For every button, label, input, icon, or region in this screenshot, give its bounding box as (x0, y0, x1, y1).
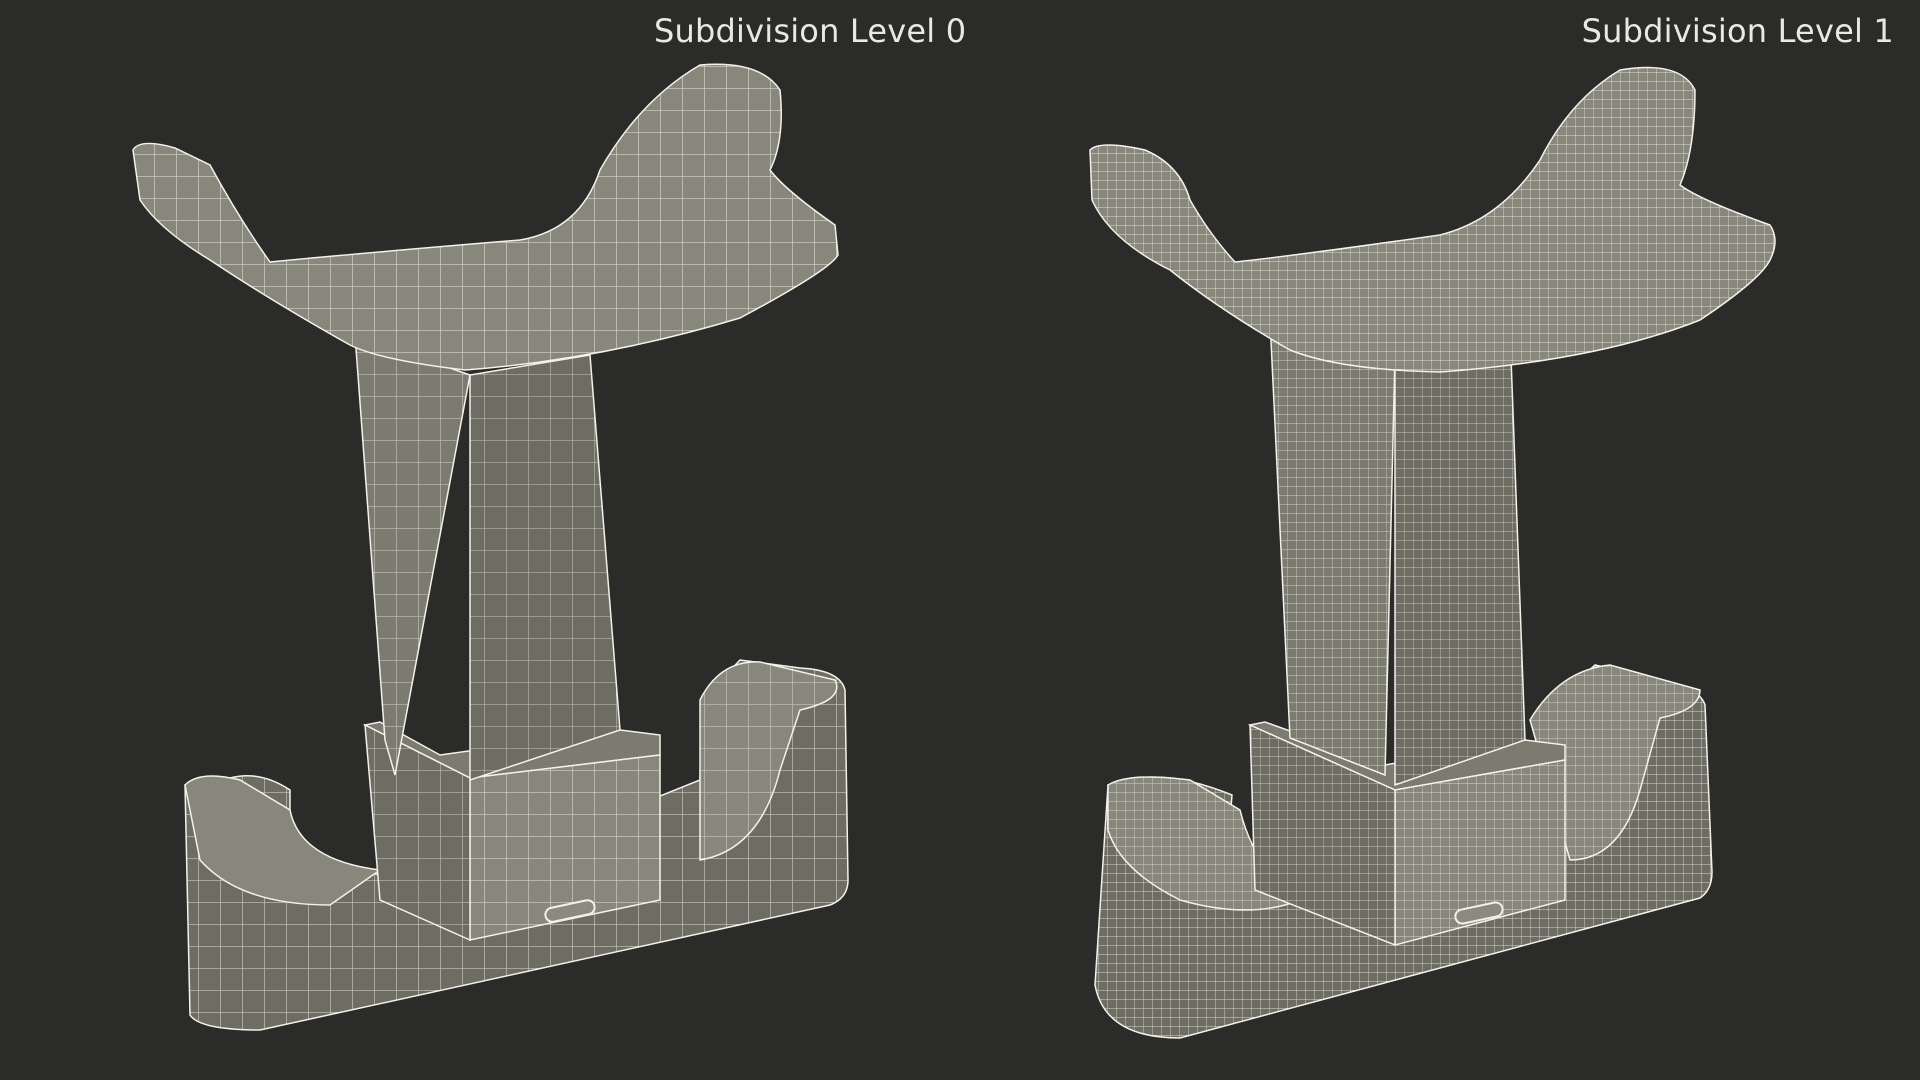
viewport (132, 63, 1776, 1039)
headset-stand-level-0 (132, 63, 849, 1031)
headset-stand-level-1 (1089, 66, 1776, 1039)
